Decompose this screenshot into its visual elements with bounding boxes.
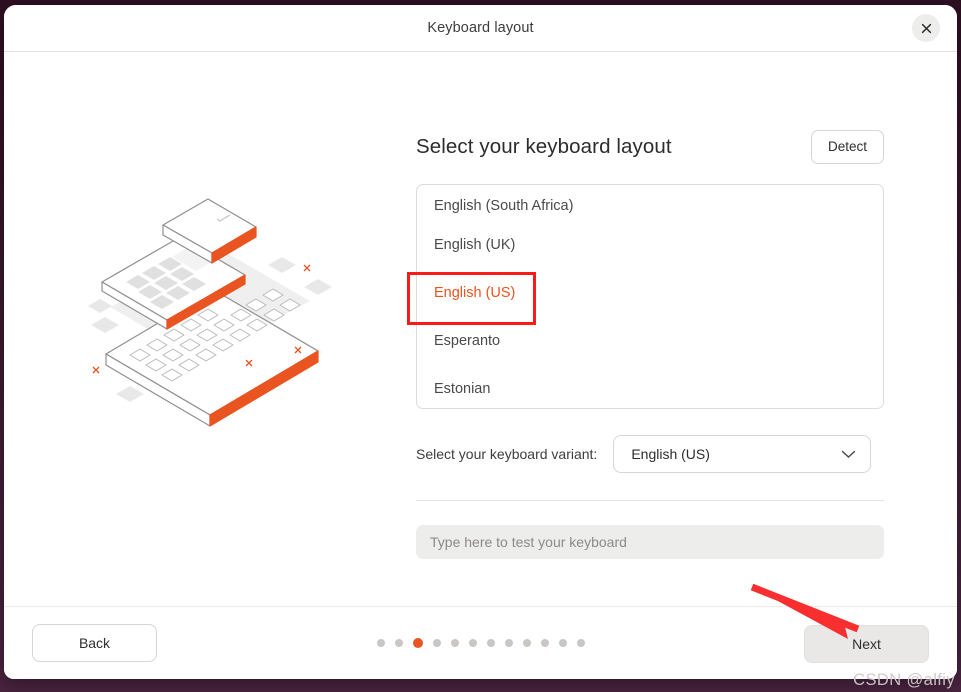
layout-list-item[interactable]: English (South Africa) <box>417 185 883 221</box>
step-dot[interactable] <box>504 639 513 647</box>
step-dot[interactable] <box>432 639 441 647</box>
illustration-pane <box>4 52 416 606</box>
variant-row: Select your keyboard variant: English (U… <box>416 435 884 473</box>
keyboard-test-input[interactable] <box>416 525 884 559</box>
step-dot[interactable] <box>376 639 385 647</box>
step-indicator <box>376 638 585 648</box>
heading-row: Select your keyboard layout Detect <box>416 130 884 164</box>
window-content: Select your keyboard layout Detect Engli… <box>4 52 957 606</box>
step-dot[interactable] <box>394 639 403 647</box>
page-title: Select your keyboard layout <box>416 135 672 158</box>
layout-list-item[interactable]: English (UK) <box>417 221 883 269</box>
step-dot[interactable] <box>576 639 585 647</box>
section-divider <box>416 500 884 501</box>
detect-button[interactable]: Detect <box>810 130 884 164</box>
step-dot[interactable] <box>522 639 531 647</box>
close-icon <box>921 23 931 33</box>
step-dot-active[interactable] <box>412 638 423 648</box>
keyboard-layout-window: Keyboard layout Select your keyboard lay… <box>4 5 957 679</box>
window-title: Keyboard layout <box>427 20 534 36</box>
variant-label: Select your keyboard variant: <box>416 446 598 462</box>
layout-list-item[interactable]: Esperanto <box>417 317 883 365</box>
back-button[interactable]: Back <box>32 624 157 662</box>
step-dot[interactable] <box>486 639 495 647</box>
chevron-down-icon <box>842 450 856 458</box>
next-button[interactable]: Next <box>804 625 929 663</box>
keyboard-layout-list[interactable]: English (South Africa) English (UK) Engl… <box>416 184 884 409</box>
keyboard-variant-select[interactable]: English (US) <box>613 435 872 473</box>
step-dot[interactable] <box>468 639 477 647</box>
layout-list-item-selected[interactable]: English (US) <box>417 269 883 317</box>
isometric-keyboard-illustration <box>88 198 332 427</box>
close-window-button[interactable] <box>912 14 940 42</box>
step-dot[interactable] <box>558 639 567 647</box>
wizard-footer: Back Next <box>4 606 957 679</box>
form-pane: Select your keyboard layout Detect Engli… <box>416 52 957 606</box>
watermark-text: CSDN @alfiy <box>853 671 955 689</box>
step-dot[interactable] <box>540 639 549 647</box>
window-titlebar: Keyboard layout <box>4 5 957 52</box>
step-dot[interactable] <box>450 639 459 647</box>
layout-list-item[interactable]: Estonian <box>417 365 883 408</box>
variant-selected-value: English (US) <box>631 446 710 462</box>
